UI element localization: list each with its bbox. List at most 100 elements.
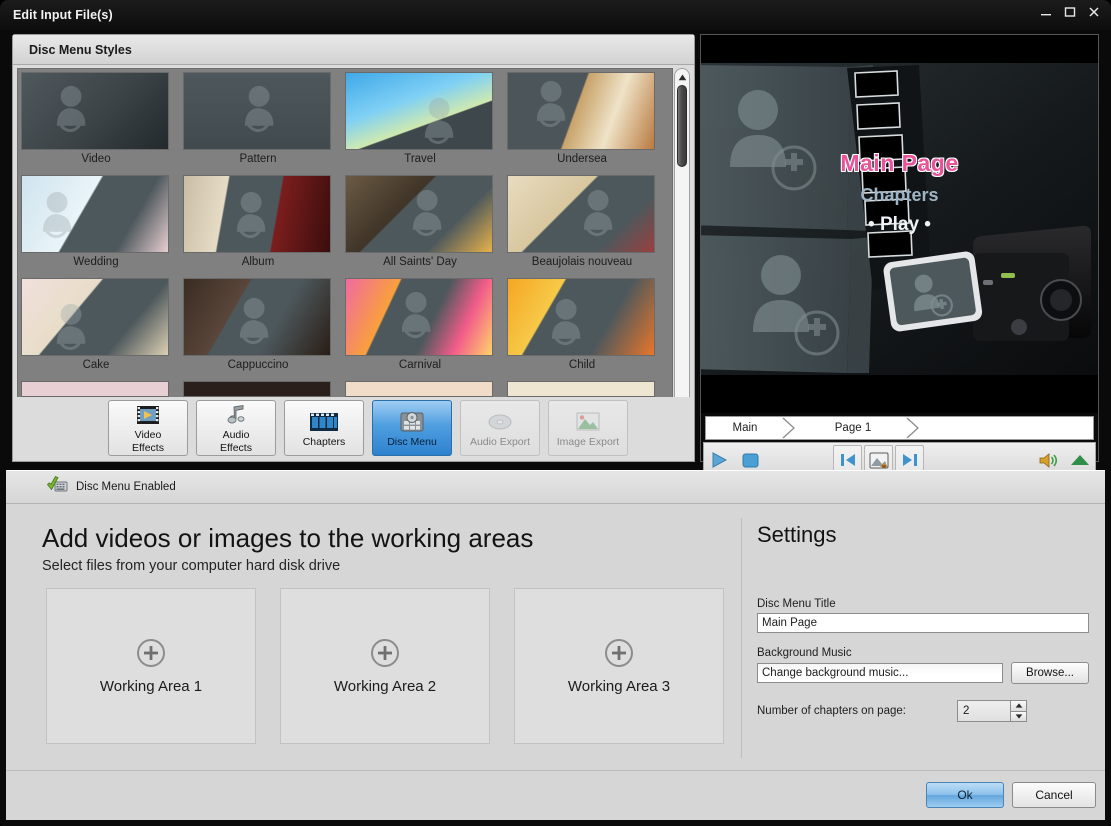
settings-title: Settings [757,522,1089,548]
ok-button[interactable]: Ok [926,782,1004,808]
style-thumbnail-image[interactable] [21,278,169,356]
background-music-input[interactable] [757,663,1003,683]
placeholder-avatar-icon [234,190,276,241]
preview-play-label[interactable]: • Play • [701,214,1098,236]
window-title: Edit Input File(s) [13,8,113,22]
working-area-3[interactable]: Working Area 3 [514,588,724,744]
plus-circle-icon[interactable] [604,638,634,668]
style-thumbnail-label: Video [21,150,171,170]
style-thumbnail-item[interactable]: Wedding [21,175,171,273]
working-area-2[interactable]: Working Area 2 [280,588,490,744]
tool-button-label: Audio Export [470,436,530,448]
style-thumbnail-item[interactable] [183,381,333,397]
chapters-count-stepper[interactable]: 2 [957,700,1027,722]
style-thumbnail-item[interactable]: Carnival [345,278,495,376]
style-thumbnail-label: All Saints' Day [345,253,495,273]
breadcrumb-tab[interactable]: Page 1 [798,417,908,439]
tool-button-video[interactable]: VideoEffects [108,400,188,456]
style-thumbnail-image[interactable] [345,381,493,397]
style-thumbnail-image[interactable] [507,175,655,253]
stepper-up-icon[interactable] [1010,700,1027,711]
film-strip-icon [135,402,161,428]
style-thumbnail-image[interactable] [345,278,493,356]
style-thumbnail-image[interactable] [183,278,331,356]
style-thumbnail-item[interactable]: Album [183,175,333,273]
maximize-button[interactable] [1064,6,1078,22]
tool-button-audio[interactable]: AudioEffects [196,400,276,456]
style-thumbnail-image[interactable] [21,175,169,253]
stepper-down-icon[interactable] [1010,711,1027,723]
settings-panel: Settings Disc Menu Title Background Musi… [757,522,1089,722]
style-thumbnail-item[interactable] [345,381,495,397]
plus-circle-icon[interactable] [370,638,400,668]
browse-button[interactable]: Browse... [1011,662,1089,684]
styles-scrollbar[interactable] [674,68,690,426]
tool-button-label-2: Effects [132,442,164,454]
tool-button-label: Disc Menu [387,436,437,448]
style-thumbnail-item[interactable]: Video [21,72,171,170]
working-area-1[interactable]: Working Area 1 [46,588,256,744]
disc-menu-title-input[interactable] [757,613,1089,633]
style-thumbnail-item[interactable]: Cake [21,278,171,376]
window-controls [1040,6,1102,22]
style-thumbnail-image[interactable] [183,72,331,150]
tool-button-disc-menu[interactable]: Disc Menu [372,400,452,456]
style-thumbnail-label: Cake [21,356,171,376]
scrollbar-thumb[interactable] [677,85,687,167]
edit-input-files-window: Edit Input File(s) Disc Menu Styles Vide… [0,0,1111,826]
placeholder-avatar-icon [242,84,284,135]
minimize-button[interactable] [1040,6,1054,22]
style-thumbnail-image[interactable] [345,72,493,150]
placeholder-avatar-icon [410,188,452,239]
menu-preview-stage[interactable]: Main Page Chapters • Play • [701,35,1098,413]
main-heading-block: Add videos or images to the working area… [42,522,533,574]
style-thumbnail-item[interactable]: Child [507,278,657,376]
style-thumbnail-image[interactable] [21,381,169,397]
style-thumbnail-image[interactable] [183,381,331,397]
style-thumbnail-image[interactable] [507,278,655,356]
working-areas: Working Area 1 Working Area 2 Working Area… [46,588,724,744]
plus-circle-icon[interactable] [136,638,166,668]
chapters-count-value[interactable]: 2 [957,700,1010,722]
working-area-label: Working Area 3 [568,678,670,695]
dialog-footer: Ok Cancel [6,770,1105,820]
style-thumbnail-item[interactable]: Pattern [183,72,333,170]
disc-menu-enabled-bar[interactable]: Disc Menu Enabled [6,470,1105,504]
tool-button-label: Audio [223,429,250,441]
working-area-label: Working Area 1 [100,678,202,695]
tool-button-chapters[interactable]: Chapters [284,400,364,456]
style-thumbnail-item[interactable] [21,381,171,397]
style-thumbnail-image[interactable] [507,381,655,397]
style-thumbnail-item[interactable]: Travel [345,72,495,170]
breadcrumb-tab[interactable]: Main [706,417,784,439]
style-thumbnail-image[interactable] [21,72,169,150]
style-thumbnail-item[interactable]: All Saints' Day [345,175,495,273]
styles-grid-viewport: Video Pattern Travel Undersea Wedding Album Al… [17,68,673,426]
preview-chapters-label[interactable]: Chapters [701,185,1098,206]
cancel-button[interactable]: Cancel [1012,782,1096,808]
style-thumbnail-label: Child [507,356,657,376]
disc-menu-title-label: Disc Menu Title [757,598,1089,610]
style-thumbnail-image[interactable] [345,175,493,253]
style-thumbnail-item[interactable] [507,381,657,397]
tool-button-image-export: Image Export [548,400,628,456]
breadcrumb-chevron-icon [906,417,920,439]
styles-panel-title: Disc Menu Styles [29,43,132,57]
preview-menu-title: Main Page [701,150,1098,177]
style-thumbnail-image[interactable] [183,175,331,253]
chapters-count-row: Number of chapters on page: 2 [757,700,1089,722]
style-thumbnail-image[interactable] [507,72,655,150]
image-icon [575,409,601,435]
style-thumbnail-label: Album [183,253,333,273]
style-thumbnail-label: Travel [345,150,495,170]
tool-button-label-2: Effects [220,442,252,454]
placeholder-avatar-icon [399,290,441,341]
style-thumbnail-item[interactable]: Cappuccino [183,278,333,376]
close-button[interactable] [1088,6,1102,22]
style-thumbnail-label: Undersea [507,150,657,170]
style-thumbnail-label: Wedding [21,253,171,273]
scroll-up-icon[interactable] [675,70,689,84]
style-thumbnail-item[interactable]: Undersea [507,72,657,170]
style-thumbnail-item[interactable]: Beaujolais nouveau [507,175,657,273]
placeholder-avatar-icon [237,296,279,347]
